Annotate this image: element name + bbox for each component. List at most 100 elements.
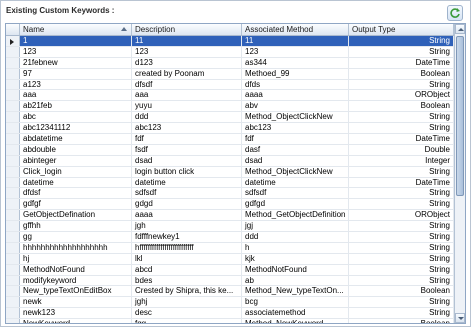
cell-output-type[interactable]: String [349,36,454,46]
cell-associated-method[interactable]: 11 [242,36,349,46]
cell-description[interactable]: fdf [132,134,242,144]
cell-description[interactable]: 123 [132,46,242,57]
row-header[interactable] [6,57,20,68]
cell-name[interactable]: dfdsf [20,188,132,199]
vertical-scrollbar[interactable] [454,24,465,323]
cell-output-type[interactable]: ORObject [349,90,454,101]
row-header[interactable] [6,79,20,90]
row-header[interactable] [6,134,20,144]
cell-associated-method[interactable]: fdf [242,134,349,144]
cell-output-type[interactable]: String [349,166,454,177]
cell-name[interactable]: abc [20,112,132,123]
cell-associated-method[interactable]: kjk [242,253,349,264]
cell-name[interactable]: MethodNotFound [20,264,132,275]
cell-name[interactable]: modifykeyword [20,275,132,286]
cell-description[interactable]: created by Poonam [132,68,242,79]
row-header[interactable] [6,264,20,275]
cell-name[interactable]: newk123 [20,308,132,319]
cell-description[interactable]: 11 [132,36,242,46]
row-header[interactable] [6,232,20,242]
table-row[interactable]: 123 123 123 String [6,46,454,58]
cell-output-type[interactable]: Double [349,144,454,155]
cell-name[interactable]: NewKeyword [20,319,132,323]
table-row[interactable]: 21febnew d123 as344 DateTime [6,57,454,69]
row-header[interactable] [6,144,20,155]
cell-name[interactable]: a123 [20,79,132,90]
cell-output-type[interactable]: DateTime [349,57,454,68]
cell-output-type[interactable]: String [349,112,454,123]
cell-name[interactable]: abdouble [20,144,132,155]
cell-output-type[interactable]: DateTime [349,134,454,144]
cell-associated-method[interactable]: Method_NewKeyword [242,319,349,323]
row-header[interactable] [6,123,20,134]
cell-description[interactable]: login button click [132,166,242,177]
row-header[interactable] [6,297,20,308]
table-row[interactable]: 97 created by Poonam Methoed_99 Boolean [6,68,454,80]
cell-description[interactable]: sdfsdf [132,188,242,199]
refresh-button[interactable] [447,5,463,21]
table-row[interactable]: dfdsf sdfsdf sdfsdf String [6,188,454,200]
table-row[interactable]: MethodNotFound abcd MethodNotFound String [6,264,454,276]
cell-associated-method[interactable]: Method_ObjectClickNew [242,112,349,123]
cell-name[interactable]: 97 [20,68,132,79]
table-row[interactable]: gdfgf gdgd gdfgd String [6,199,454,211]
column-header-associated-method[interactable]: Associated Method [242,24,349,35]
cell-description[interactable]: fsdf [132,144,242,155]
row-header[interactable] [6,221,20,232]
cell-output-type[interactable]: String [349,232,454,242]
cell-name[interactable]: datetime [20,177,132,188]
cell-associated-method[interactable]: abc123 [242,123,349,134]
cell-output-type[interactable]: Integer [349,155,454,166]
cell-name[interactable]: gffhh [20,221,132,232]
table-row[interactable]: abdatetime fdf fdf DateTime [6,134,454,145]
cell-description[interactable]: fgg [132,319,242,323]
cell-description[interactable]: d123 [132,57,242,68]
row-header[interactable] [6,242,20,253]
row-header[interactable] [6,36,20,46]
cell-name[interactable]: New_typeTextOnEditBox [20,286,132,297]
cell-name[interactable]: gg [20,232,132,242]
cell-associated-method[interactable]: 123 [242,46,349,57]
cell-output-type[interactable]: String [349,221,454,232]
table-row[interactable]: GetObjectDefination aaaa Method_GetObjectD… [6,210,454,222]
cell-associated-method[interactable]: datetime [242,177,349,188]
cell-output-type[interactable]: ORObject [349,210,454,221]
cell-output-type[interactable]: String [349,79,454,90]
table-row[interactable]: gg fdfffnewkey1 ddd String [6,232,454,243]
table-row[interactable]: abinteger dsad dsad Integer [6,155,454,167]
scroll-down-button[interactable] [455,313,465,323]
cell-output-type[interactable]: Boolean [349,286,454,297]
cell-output-type[interactable]: String [349,188,454,199]
cell-associated-method[interactable]: gdfgd [242,199,349,210]
cell-description[interactable]: Crested by Shipra, this ke... [132,286,242,297]
row-header[interactable] [6,199,20,210]
scrollbar-thumb[interactable] [456,36,464,196]
cell-description[interactable]: abc123 [132,123,242,134]
cell-associated-method[interactable]: dfds [242,79,349,90]
cell-associated-method[interactable]: ab [242,275,349,286]
cell-associated-method[interactable]: sdfsdf [242,188,349,199]
scroll-up-button[interactable] [455,24,465,34]
table-row[interactable]: abdouble fsdf dasf Double [6,144,454,156]
cell-description[interactable]: jgh [132,221,242,232]
cell-output-type[interactable]: String [349,253,454,264]
row-header[interactable] [6,68,20,79]
cell-description[interactable]: lkl [132,253,242,264]
table-row[interactable]: abc ddd Method_ObjectClickNew String [6,112,454,124]
cell-associated-method[interactable]: ddd [242,232,349,242]
cell-associated-method[interactable]: Method_ObjectClickNew [242,166,349,177]
cell-output-type[interactable]: String [349,297,454,308]
cell-name[interactable]: 1 [20,36,132,46]
table-row[interactable]: hhhhhhhhhhhhhhhhhhh hffffffffffffffffffff… [6,242,454,254]
cell-associated-method[interactable]: MethodNotFound [242,264,349,275]
cell-associated-method[interactable]: bcg [242,297,349,308]
table-row[interactable]: a123 dfsdf dfds String [6,79,454,91]
cell-output-type[interactable]: Boolean [349,68,454,79]
table-row[interactable]: newk jghj bcg String [6,297,454,309]
table-row[interactable]: Click_login login button click Method_Obje… [6,166,454,178]
cell-output-type[interactable]: String [349,46,454,57]
cell-output-type[interactable]: String [349,275,454,286]
cell-output-type[interactable]: String [349,308,454,319]
cell-associated-method[interactable]: as344 [242,57,349,68]
table-row[interactable]: New_typeTextOnEditBox Crested by Shipra, … [6,286,454,298]
